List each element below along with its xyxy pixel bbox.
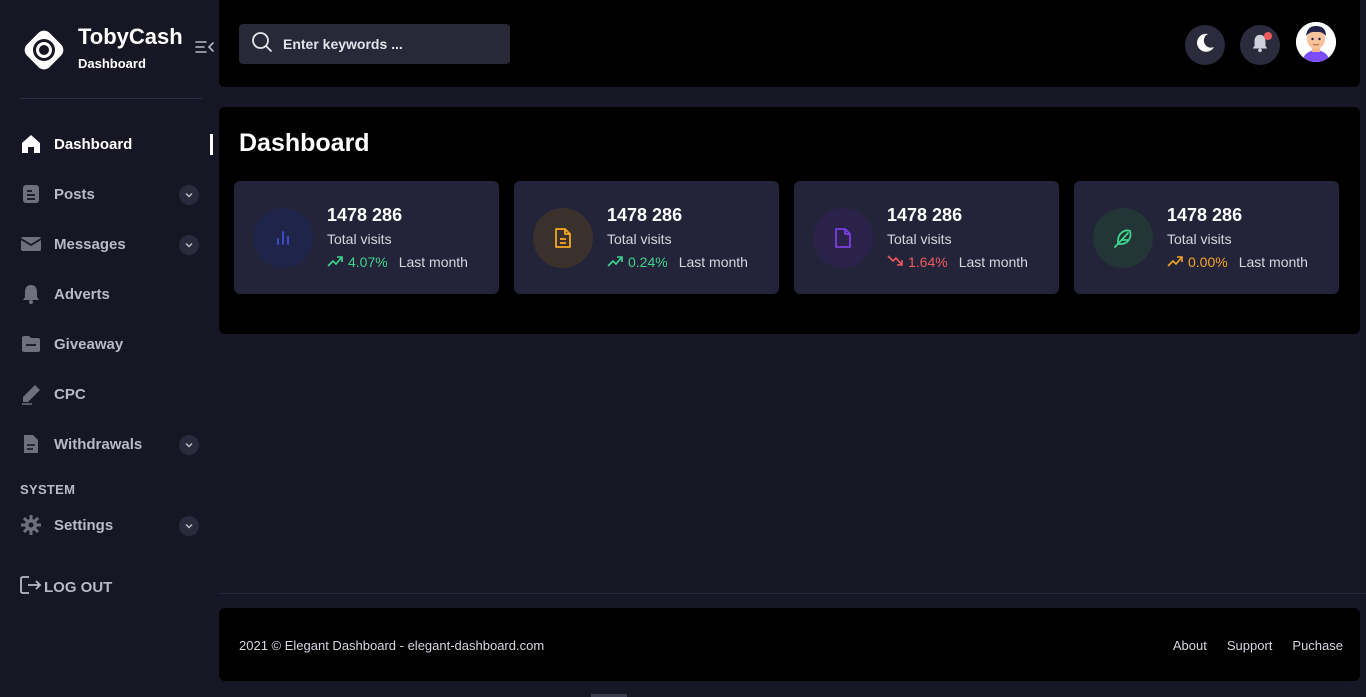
notification-badge [1264,32,1272,40]
folder-icon [20,333,42,355]
sidebar-item-label: Messages [54,235,126,253]
stat-trend: 1.64% Last month [887,254,1028,270]
page-title: Dashboard [239,129,370,157]
gear-icon [20,514,42,536]
brand-subtitle: Dashboard [78,56,146,71]
stat-trend: 0.00% Last month [1167,254,1308,270]
sidebar-item-label: CPC [54,385,86,403]
stat-card[interactable]: 1478 286 Total visits 0.00% Last month [1074,181,1339,294]
bar-chart-icon [253,208,313,268]
logout-label: LOG OUT [44,578,113,596]
chevron-down-icon[interactable] [179,185,199,205]
document-icon [20,433,42,455]
trend-value: 0.24% [628,254,668,270]
pencil-icon [20,383,42,405]
stat-card[interactable]: 1478 286 Total visits 0.24% Last month [514,181,779,294]
search-input[interactable] [283,36,493,52]
brand[interactable]: TobyCash Dashboard [20,24,218,74]
main-panel: Dashboard 1478 286 Total visits 4.07% La… [219,107,1360,334]
stat-value: 1478 286 [1167,205,1243,225]
trend-value: 4.07% [348,254,388,270]
footer: 2021 © Elegant Dashboard - elegant-dashb… [219,608,1360,681]
file-icon [533,208,593,268]
logout-button[interactable]: LOG OUT [20,575,113,600]
trend-up-icon [327,254,344,270]
stat-card[interactable]: 1478 286 Total visits 1.64% Last month [794,181,1059,294]
trend-value: 1.64% [908,254,948,270]
sidebar-item-withdrawals[interactable]: Withdrawals [20,429,205,459]
moon-icon [1194,32,1216,59]
sidebar-item-adverts[interactable]: Adverts [20,279,205,309]
stat-trend: 0.24% Last month [607,254,748,270]
chevron-down-icon[interactable] [179,516,199,536]
logo-icon [20,26,68,74]
sidebar-item-messages[interactable]: Messages [20,229,205,259]
envelope-icon [20,233,42,255]
trend-up-icon [1167,254,1184,270]
trend-period: Last month [1238,254,1308,270]
chevron-down-icon[interactable] [179,235,199,255]
trend-period: Last month [678,254,748,270]
trend-period: Last month [958,254,1028,270]
stat-label: Total visits [1167,231,1232,247]
file-icon [813,208,873,268]
logout-icon [20,575,42,600]
footer-link-purchase[interactable]: Puchase [1292,638,1343,653]
sidebar: TobyCash Dashboard Dashboard Posts Messa… [0,0,218,697]
stat-card[interactable]: 1478 286 Total visits 4.07% Last month [234,181,499,294]
sidebar-item-label: Settings [54,516,114,534]
home-icon [20,133,42,155]
chevron-down-icon[interactable] [179,435,199,455]
stat-trend: 4.07% Last month [327,254,468,270]
stat-label: Total visits [327,231,392,247]
sidebar-item-dashboard[interactable]: Dashboard [20,129,205,159]
sidebar-item-label: Posts [54,185,95,203]
trend-period: Last month [398,254,468,270]
sidebar-item-giveaway[interactable]: Giveaway [20,329,205,359]
search-box[interactable] [239,24,510,64]
posts-icon [20,183,42,205]
footer-copyright: 2021 © Elegant Dashboard - elegant-dashb… [239,638,545,653]
brand-name: TobyCash [78,24,183,49]
trend-value: 0.00% [1188,254,1228,270]
sidebar-item-settings[interactable]: Settings [20,510,205,540]
theme-toggle-button[interactable] [1185,25,1225,65]
footer-link-support[interactable]: Support [1227,638,1273,653]
search-icon [251,31,273,58]
section-title-system: SYSTEM [20,482,76,497]
bell-icon [20,283,42,305]
sidebar-item-label: Dashboard [54,135,133,153]
feather-icon [1093,208,1153,268]
notifications-button[interactable] [1240,25,1280,65]
sidebar-item-label: Withdrawals [54,435,143,453]
stat-label: Total visits [887,231,952,247]
sidebar-item-cpc[interactable]: CPC [20,379,205,409]
stat-value: 1478 286 [607,205,683,225]
stat-value: 1478 286 [327,205,403,225]
active-indicator [210,134,213,155]
footer-links: About Support Puchase [1173,638,1343,653]
top-bar [219,0,1360,87]
sidebar-divider [20,98,202,99]
sidebar-item-posts[interactable]: Posts [20,179,205,209]
stat-value: 1478 286 [887,205,963,225]
stat-label: Total visits [607,231,672,247]
sidebar-item-label: Giveaway [54,335,124,353]
footer-link-about[interactable]: About [1173,638,1207,653]
trend-up-icon [607,254,624,270]
trend-down-icon [887,254,904,270]
footer-divider [219,593,1366,594]
collapse-sidebar-icon[interactable] [194,38,216,56]
sidebar-item-label: Adverts [54,285,110,303]
avatar[interactable] [1296,22,1336,62]
